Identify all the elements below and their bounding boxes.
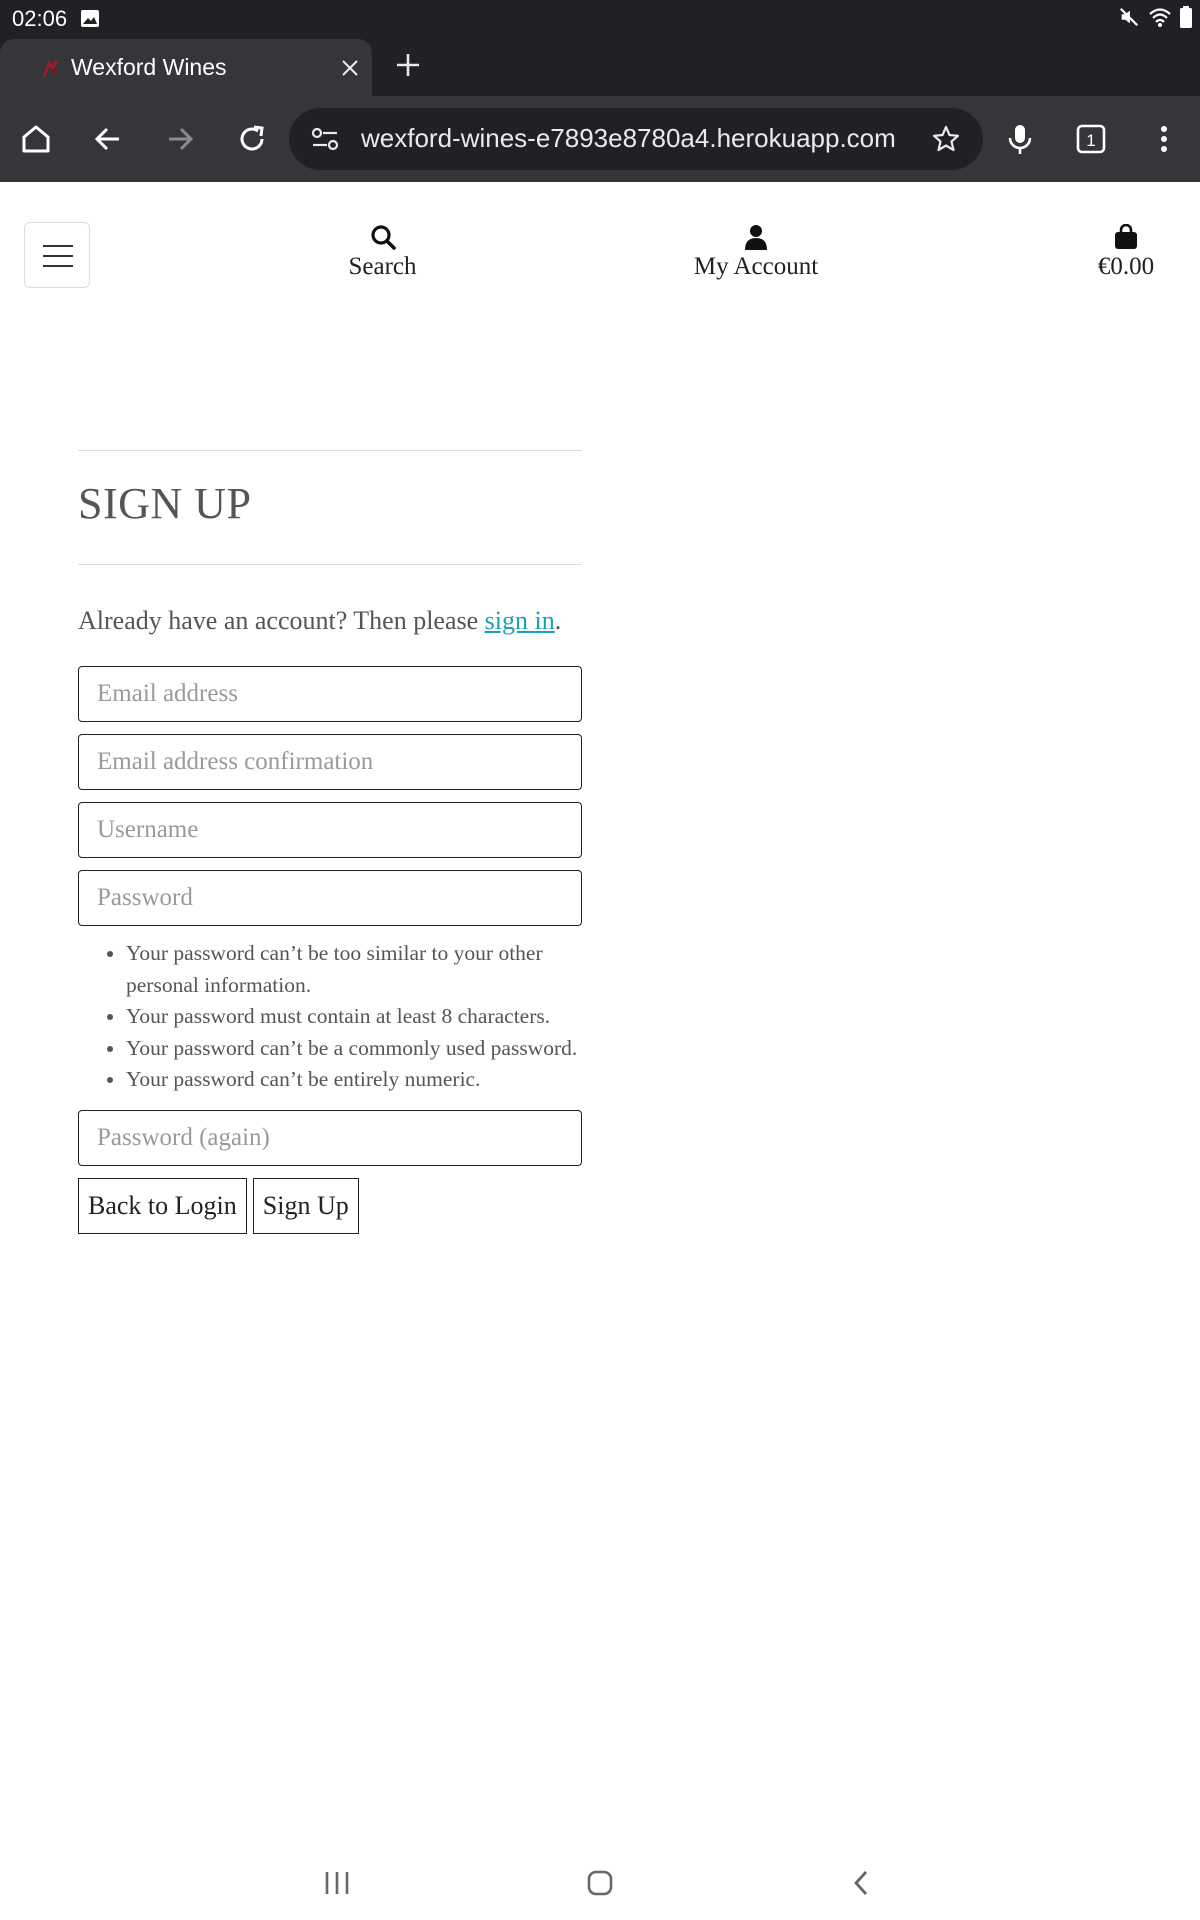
shopping-bag-link[interactable]: €0.00 bbox=[1080, 224, 1172, 281]
mute-icon bbox=[1119, 7, 1139, 27]
site-header: Search My Account €0.00 bbox=[0, 182, 1200, 312]
tab-strip: Wexford Wines bbox=[0, 37, 1200, 96]
user-icon bbox=[745, 225, 767, 250]
battery-icon bbox=[1180, 6, 1192, 28]
account-label: My Account bbox=[693, 253, 819, 280]
close-icon[interactable] bbox=[338, 56, 362, 80]
mic-icon[interactable] bbox=[1002, 121, 1038, 157]
status-time: 02:06 bbox=[12, 6, 68, 31]
password-help-item: Your password can’t be a commonly used p… bbox=[126, 1033, 582, 1065]
password-again-field[interactable] bbox=[78, 1109, 582, 1166]
title-divider bbox=[78, 564, 582, 565]
address-bar[interactable]: wexford-wines-e7893e8780a4.herokuapp.com bbox=[289, 108, 983, 170]
tab-count: 1 bbox=[1086, 131, 1095, 150]
page-title: SIGN UP bbox=[78, 479, 252, 528]
hamburger-icon[interactable] bbox=[24, 222, 90, 288]
my-account-link[interactable]: My Account bbox=[676, 224, 836, 281]
tab-title: Wexford Wines bbox=[71, 54, 227, 80]
password-help-list: Your password can’t be too similar to yo… bbox=[78, 938, 582, 1096]
signin-prompt-text: Already have an account? Then please bbox=[78, 606, 485, 635]
tab-count-icon[interactable]: 1 bbox=[1073, 121, 1109, 157]
email-field[interactable] bbox=[78, 666, 582, 722]
home-nav-icon[interactable] bbox=[583, 1866, 617, 1900]
search-icon bbox=[370, 225, 396, 250]
bookmark-star-icon[interactable] bbox=[931, 124, 961, 154]
recent-apps-icon[interactable] bbox=[322, 1866, 352, 1900]
sign-up-button[interactable]: Sign Up bbox=[252, 1177, 359, 1234]
back-arrow-icon[interactable] bbox=[90, 121, 126, 157]
back-nav-icon[interactable] bbox=[849, 1866, 873, 1900]
signin-link[interactable]: sign in bbox=[485, 606, 555, 635]
status-bar: 02:06 bbox=[0, 0, 1200, 37]
email-confirm-field[interactable] bbox=[78, 734, 582, 790]
password-help-item: Your password can’t be entirely numeric. bbox=[126, 1064, 582, 1096]
search-label: Search bbox=[348, 253, 417, 280]
password-help-item: Your password can’t be too similar to yo… bbox=[126, 938, 582, 1001]
username-field[interactable] bbox=[78, 802, 582, 858]
image-notification-icon bbox=[81, 10, 99, 27]
signin-prompt: Already have an account? Then please sig… bbox=[78, 603, 582, 639]
top-divider bbox=[78, 450, 582, 451]
search-link[interactable]: Search bbox=[320, 224, 445, 281]
browser-tab[interactable]: Wexford Wines bbox=[0, 39, 372, 96]
reload-icon[interactable] bbox=[234, 121, 270, 157]
shopping-bag-icon bbox=[1115, 224, 1137, 249]
forward-arrow-icon[interactable] bbox=[162, 121, 198, 157]
browser-toolbar: wexford-wines-e7893e8780a4.herokuapp.com… bbox=[0, 96, 1200, 182]
plus-icon[interactable] bbox=[393, 50, 423, 80]
password-help-item: Your password must contain at least 8 ch… bbox=[126, 1001, 582, 1033]
form-buttons: Back to Login Sign Up bbox=[78, 1177, 582, 1234]
back-to-login-button[interactable]: Back to Login bbox=[78, 1177, 247, 1234]
more-vert-icon[interactable] bbox=[1146, 121, 1182, 157]
site-settings-icon[interactable] bbox=[311, 126, 339, 152]
android-nav-bar bbox=[0, 1850, 1200, 1920]
signin-prompt-end: . bbox=[554, 606, 562, 635]
wifi-icon bbox=[1149, 8, 1171, 27]
signup-form: SIGN UP Already have an account? Then pl… bbox=[78, 450, 582, 1234]
bag-total: €0.00 bbox=[1097, 253, 1155, 280]
url-text[interactable]: wexford-wines-e7893e8780a4.herokuapp.com bbox=[361, 123, 901, 154]
wine-favicon-icon bbox=[42, 59, 59, 78]
home-icon[interactable] bbox=[18, 121, 54, 157]
password-field[interactable] bbox=[78, 870, 582, 926]
